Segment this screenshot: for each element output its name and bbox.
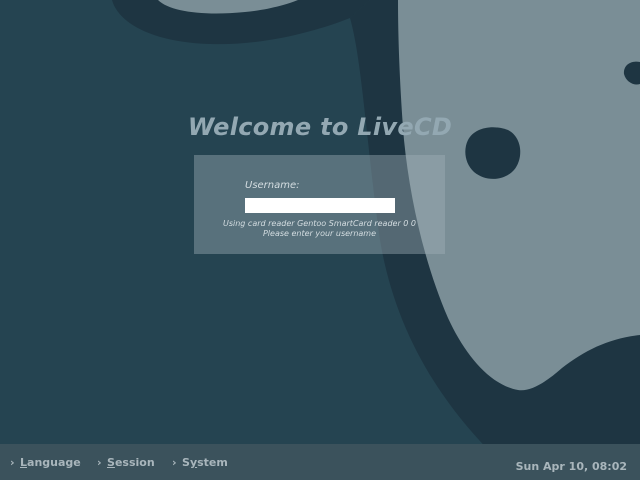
language-label: anguage xyxy=(27,456,81,469)
language-menu-button[interactable]: › Language xyxy=(10,456,81,470)
status-message-prompt: Please enter your username xyxy=(262,229,377,238)
welcome-title: Welcome to LiveCD xyxy=(187,113,453,141)
system-label-prefix: S xyxy=(182,456,190,469)
chevron-right-icon: › xyxy=(97,456,102,469)
session-label: ession xyxy=(114,456,155,469)
language-mnemonic: L xyxy=(20,456,28,469)
session-menu-button[interactable]: › Session xyxy=(97,456,155,470)
status-messages: Using card reader Gentoo SmartCard reade… xyxy=(194,219,445,239)
chevron-right-icon: › xyxy=(10,456,15,469)
system-menu-button[interactable]: › System xyxy=(172,456,228,470)
login-screen: Welcome to LiveCD Username: Using card r… xyxy=(0,0,640,480)
clock: Sun Apr 10, 08:02 xyxy=(515,460,627,473)
session-mnemonic: S xyxy=(107,456,115,469)
system-label: stem xyxy=(197,456,228,469)
login-panel: Username: Using card reader Gentoo Smart… xyxy=(194,155,445,254)
bottom-bar: › Language › Session › System Sun Apr 10, 0… xyxy=(0,444,640,480)
username-label: Username: xyxy=(245,180,300,191)
status-message-card-reader: Using card reader Gentoo SmartCard reade… xyxy=(222,219,417,228)
chevron-right-icon: › xyxy=(172,456,177,469)
username-input[interactable] xyxy=(245,198,395,213)
